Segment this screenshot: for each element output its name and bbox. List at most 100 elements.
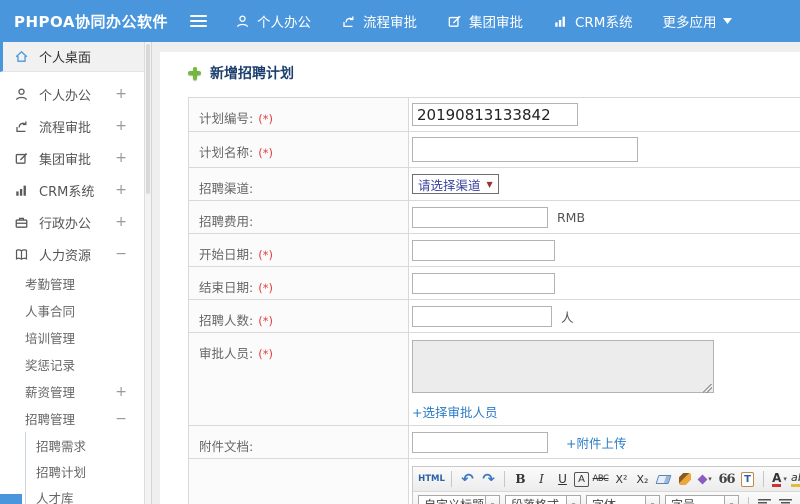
app-logo[interactable]: PHPOA协同办公软件 — [0, 11, 172, 32]
form-row-attachment: 附件文档: +附件上传 — [189, 426, 800, 459]
expand-icon[interactable]: + — [115, 214, 127, 230]
highlight-color-button[interactable]: ab▾ — [791, 470, 800, 489]
sidebar-item-workflow-approval[interactable]: 流程审批 + — [0, 110, 151, 142]
form-row-headcount: 招聘人数: (*) 人 — [189, 300, 800, 333]
caret-down-icon: ▾ — [708, 475, 712, 483]
sidebar-item-hr-contract[interactable]: 人事合同 — [0, 297, 151, 324]
sidebar-item-admin-office[interactable]: 行政办公 + — [0, 206, 151, 238]
plan-name-input[interactable] — [412, 137, 638, 162]
font-color-icon: A — [772, 470, 782, 487]
expand-icon[interactable]: + — [115, 150, 127, 166]
nav-label: 更多应用 — [662, 15, 717, 31]
italic-button[interactable]: I — [532, 470, 551, 489]
scrollbar-thumb[interactable] — [146, 44, 150, 194]
strikethrough-button[interactable]: ABC — [591, 470, 610, 489]
sidebar-item-salary[interactable]: 薪资管理 + — [0, 378, 151, 405]
align-left-button[interactable] — [755, 495, 774, 504]
bold-button[interactable]: B — [511, 470, 530, 489]
sidebar-item-training[interactable]: 培训管理 — [0, 324, 151, 351]
subscript-button[interactable]: X₂ — [633, 470, 652, 489]
headcount-label: 招聘人数: — [199, 313, 254, 328]
attachment-label: 附件文档: — [199, 439, 254, 454]
font-size-select[interactable]: 字号▾ — [665, 495, 739, 504]
nav-group-approval[interactable]: 集团审批 — [447, 11, 523, 31]
sidebar-scrollbar[interactable] — [144, 42, 151, 504]
start-date-input[interactable] — [412, 239, 555, 261]
fee-input[interactable] — [412, 206, 548, 228]
font-family-select[interactable]: 字体▾ — [586, 495, 660, 504]
sidebar-item-group-approval[interactable]: 集团审批 + — [0, 142, 151, 174]
undo-button[interactable]: ↶ — [458, 470, 477, 489]
expand-icon[interactable]: + — [115, 118, 127, 134]
expand-icon[interactable]: + — [115, 182, 127, 198]
briefcase-icon — [15, 217, 28, 228]
font-color-button[interactable]: A ▾ — [770, 470, 789, 489]
choose-approvers-link[interactable]: +选择审批人员 — [412, 402, 497, 421]
sidebar-item-recruit-plan[interactable]: 招聘计划 — [26, 458, 151, 484]
paste-text-button[interactable]: T — [738, 470, 757, 489]
redo-button[interactable]: ↷ — [479, 470, 498, 489]
sidebar-item-rewards[interactable]: 奖惩记录 — [0, 351, 151, 378]
expand-icon[interactable]: + — [115, 384, 127, 400]
resize-handle-icon[interactable] — [703, 384, 712, 393]
sidebar-item-hr[interactable]: 人力资源 − — [0, 238, 151, 270]
sidebar-item-desktop[interactable]: 个人桌面 — [0, 42, 151, 72]
paste-icon: T — [741, 471, 754, 487]
sidebar-item-label: 薪资管理 — [25, 385, 76, 400]
blockquote-button[interactable]: 66 — [717, 470, 736, 489]
auto-typeset-button[interactable]: ▾ — [696, 470, 715, 489]
sidebar-item-attendance[interactable]: 考勤管理 — [0, 270, 151, 297]
format-brush-button[interactable] — [675, 470, 694, 489]
menu-toggle-icon[interactable] — [190, 12, 207, 30]
align-center-button[interactable] — [776, 495, 795, 504]
expand-icon[interactable]: + — [115, 86, 127, 102]
highlight-color-icon: ab — [791, 472, 800, 487]
superscript-button[interactable]: X² — [612, 470, 631, 489]
sidebar-item-crm[interactable]: CRM系统 + — [0, 174, 151, 206]
top-header: PHPOA协同办公软件 个人办公 流程审批 集团审批 CRM系统 更多应用 — [0, 0, 800, 42]
plan-no-input[interactable] — [412, 103, 578, 126]
sidebar-item-label: 考勤管理 — [25, 277, 76, 292]
eraser-icon — [655, 474, 672, 484]
approvers-textarea[interactable] — [412, 340, 714, 393]
collapse-icon[interactable]: − — [115, 411, 127, 427]
eraser-button[interactable] — [654, 470, 673, 489]
sidebar-item-recruit-demand[interactable]: 招聘需求 — [26, 432, 151, 458]
sidebar-item-label: 个人桌面 — [39, 51, 92, 66]
form-row-fee: 招聘费用: RMB — [189, 201, 800, 234]
plan-no-label: 计划编号: — [199, 111, 254, 126]
attachment-input[interactable] — [412, 431, 548, 453]
sidebar-item-talent-pool[interactable]: 人才库 — [26, 484, 151, 504]
channel-select[interactable]: 请选择渠道 ▼ — [412, 174, 499, 194]
nav-workflow-approval[interactable]: 流程审批 — [341, 11, 417, 31]
sidebar-item-personal-office[interactable]: 个人办公 + — [0, 78, 151, 110]
headcount-input[interactable] — [412, 305, 552, 327]
editor-toolbar-row1: HTML ↶ ↷ B I U A ABC X² X₂ ▾ 66 T A ▾ a — [413, 467, 800, 492]
sidebar-item-label: 招聘管理 — [25, 412, 76, 427]
caret-down-icon: ▾ — [724, 496, 738, 504]
font-border-button[interactable]: A — [574, 471, 589, 487]
html-source-button[interactable]: HTML — [418, 470, 445, 489]
end-date-input[interactable] — [412, 272, 555, 294]
form-row-channel: 招聘渠道: 请选择渠道 ▼ — [189, 168, 800, 201]
edit-icon — [15, 152, 28, 164]
sidebar-item-recruit-mgmt[interactable]: 招聘管理 − — [0, 405, 151, 432]
attachment-upload-link[interactable]: +附件上传 — [566, 433, 626, 452]
underline-button[interactable]: U — [553, 470, 572, 489]
nav-label: 个人办公 — [257, 15, 311, 31]
sidebar-item-label: CRM系统 — [39, 184, 95, 200]
collapse-icon[interactable]: − — [115, 246, 127, 262]
nav-crm-system[interactable]: CRM系统 — [553, 11, 632, 31]
sidebar-corner-button[interactable] — [0, 494, 22, 504]
content-panel: 新增招聘计划 计划编号: (*) 计划名称: (*) — [160, 52, 800, 504]
paragraph-format-select[interactable]: 段落格式▾ — [505, 495, 581, 504]
nav-personal-office[interactable]: 个人办公 — [235, 11, 311, 31]
sidebar-item-label: 奖惩记录 — [25, 358, 76, 373]
sidebar-item-label: 招聘需求 — [36, 438, 87, 454]
nav-more-apps[interactable]: 更多应用 — [662, 11, 733, 31]
book-icon — [15, 248, 28, 260]
flow-icon — [343, 15, 354, 27]
custom-title-select[interactable]: 自定义标题▾ — [418, 495, 500, 504]
sidebar-item-label: 行政办公 — [39, 216, 92, 232]
user-icon — [236, 14, 249, 27]
